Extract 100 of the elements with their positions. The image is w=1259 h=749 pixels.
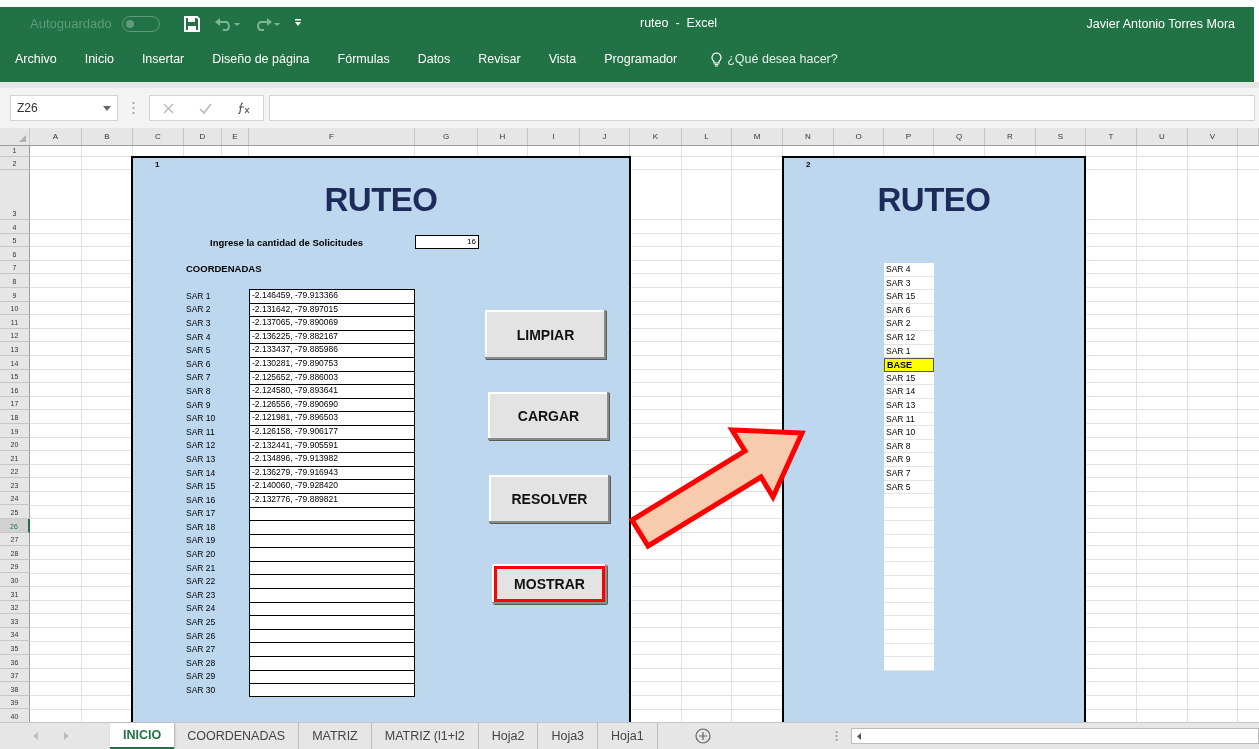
macro-button[interactable]: CARGAR: [488, 392, 609, 440]
request-label: SAR 24: [186, 603, 217, 614]
coordinate-field[interactable]: -2.134896, -79.913982: [249, 452, 415, 466]
request-label: SAR 25: [186, 617, 217, 628]
route-cell: SAR 9: [884, 453, 934, 467]
name-box[interactable]: Z26: [10, 95, 118, 121]
grip-icon: [834, 730, 838, 742]
coordinate-field[interactable]: -2.137065, -79.890069: [249, 316, 415, 330]
request-label: SAR 13: [186, 453, 217, 464]
request-label: SAR 30: [186, 685, 217, 695]
macro-button[interactable]: LIMPIAR: [485, 310, 606, 359]
save-icon[interactable]: [183, 15, 200, 32]
grip-icon: [132, 101, 135, 115]
ribbon-tab[interactable]: Fórmulas: [337, 52, 390, 66]
formula-input[interactable]: [269, 95, 1255, 121]
request-label: SAR 7: [186, 372, 212, 383]
ribbon-tab[interactable]: Diseño de página: [212, 52, 310, 66]
dropdown-icon[interactable]: [103, 105, 111, 111]
sheet-tab[interactable]: Hoja2: [478, 723, 539, 749]
customize-icon[interactable]: [293, 19, 302, 28]
scroll-left-icon[interactable]: [856, 732, 861, 740]
section-heading: COORDENADAS: [186, 263, 262, 274]
route-cell: SAR 10: [884, 426, 934, 440]
ribbon-tab[interactable]: Inicio: [84, 52, 114, 66]
macro-button[interactable]: RESOLVER: [489, 475, 610, 523]
request-label: SAR 10: [186, 413, 217, 424]
column-header[interactable]: R: [985, 128, 1036, 145]
coordinate-field[interactable]: [249, 656, 415, 670]
request-label: SAR 28: [186, 657, 217, 668]
prompt-label: Ingrese la cantidad de Solicitudes: [210, 236, 365, 248]
macro-button[interactable]: MOSTRAR: [492, 564, 607, 604]
undo-icon[interactable]: [213, 16, 240, 31]
column-header[interactable]: C: [133, 128, 184, 145]
sheet-tab[interactable]: INICIO: [110, 723, 175, 749]
coordinate-field[interactable]: [249, 642, 415, 657]
column-header[interactable]: U: [1137, 128, 1188, 145]
column-header[interactable]: M: [732, 128, 783, 145]
ribbon-tab[interactable]: Datos: [417, 52, 451, 66]
column-header[interactable]: B: [82, 128, 133, 145]
request-label: SAR 20: [186, 549, 217, 560]
coordinate-field[interactable]: -2.133437, -79.885986: [249, 343, 415, 357]
user-name[interactable]: Javier Antonio Torres Mora: [1086, 16, 1254, 31]
column-header[interactable]: F: [249, 128, 415, 145]
ribbon-tab[interactable]: Insertar: [141, 52, 185, 66]
tell-me-field[interactable]: ¿Qué desea hacer?: [727, 52, 838, 66]
column-header[interactable]: J: [580, 128, 630, 145]
coordinate-field[interactable]: [249, 520, 415, 534]
column-header[interactable]: T: [1086, 128, 1137, 145]
panel-title: RUTEO: [877, 181, 991, 219]
column-header[interactable]: S: [1036, 128, 1086, 145]
column-header[interactable]: O: [834, 128, 884, 145]
column-header[interactable]: I: [528, 128, 580, 145]
panel-title: RUTEO: [324, 181, 438, 219]
request-label: SAR 19: [186, 535, 217, 546]
column-header[interactable]: L: [682, 128, 732, 145]
coordinate-field[interactable]: [249, 588, 415, 602]
route-cell: SAR 14: [884, 385, 934, 399]
coordinate-field[interactable]: [249, 574, 415, 589]
new-sheet-icon[interactable]: [694, 728, 711, 744]
column-header[interactable]: H: [478, 128, 528, 145]
count-field[interactable]: 16: [415, 235, 479, 249]
ribbon-tab[interactable]: Archivo: [15, 52, 57, 66]
route-cell: SAR 2: [884, 317, 934, 331]
sheet-tab[interactable]: Hoja3: [538, 723, 599, 749]
request-label: SAR 16: [186, 494, 217, 505]
shape-number: 1: [155, 160, 160, 170]
coordinate-field[interactable]: [249, 547, 415, 561]
request-label: SAR 17: [186, 508, 217, 519]
request-label: SAR 8: [186, 385, 212, 396]
column-header[interactable]: A: [30, 128, 82, 145]
column-header[interactable]: N: [783, 128, 834, 145]
column-header[interactable]: D: [184, 128, 222, 145]
request-label: SAR 5: [186, 345, 212, 356]
coordinate-field[interactable]: -2.140060, -79.928420: [249, 479, 415, 493]
route-cell: SAR 4: [884, 263, 934, 277]
coordinate-field[interactable]: -2.124580, -79.893641: [249, 384, 415, 398]
coordinate-field[interactable]: [249, 615, 415, 629]
sheet-tab[interactable]: COORDENADAS: [174, 723, 300, 749]
column-header[interactable]: V: [1188, 128, 1238, 145]
sheet-tab[interactable]: MATRIZ: [299, 723, 372, 749]
coordinate-field[interactable]: -2.121981, -79.896503: [249, 411, 415, 425]
ribbon-tab[interactable]: Programador: [604, 52, 678, 66]
coordinate-field[interactable]: [249, 683, 415, 697]
horizontal-scrollbar[interactable]: [850, 728, 1259, 744]
ribbon-tab[interactable]: Revisar: [478, 52, 521, 66]
request-label: SAR 26: [186, 630, 217, 641]
ribbon-tab[interactable]: Vista: [548, 52, 577, 66]
sheet-tab[interactable]: Hoja1: [598, 723, 658, 749]
sheet-tab[interactable]: MATRIZ (l1+l2: [371, 723, 479, 749]
column-header[interactable]: Q: [934, 128, 985, 145]
column-header[interactable]: E: [222, 128, 249, 145]
column-header[interactable]: G: [415, 128, 478, 145]
check-icon[interactable]: [198, 102, 212, 114]
coordinate-field[interactable]: -2.146459, -79.913366: [249, 289, 415, 303]
column-header[interactable]: P: [884, 128, 934, 145]
request-label: SAR 15: [186, 481, 217, 492]
request-label: SAR 2: [186, 304, 212, 315]
insert-function-icon[interactable]: [236, 102, 251, 114]
column-header[interactable]: K: [630, 128, 682, 145]
lightbulb-icon: [711, 51, 723, 67]
